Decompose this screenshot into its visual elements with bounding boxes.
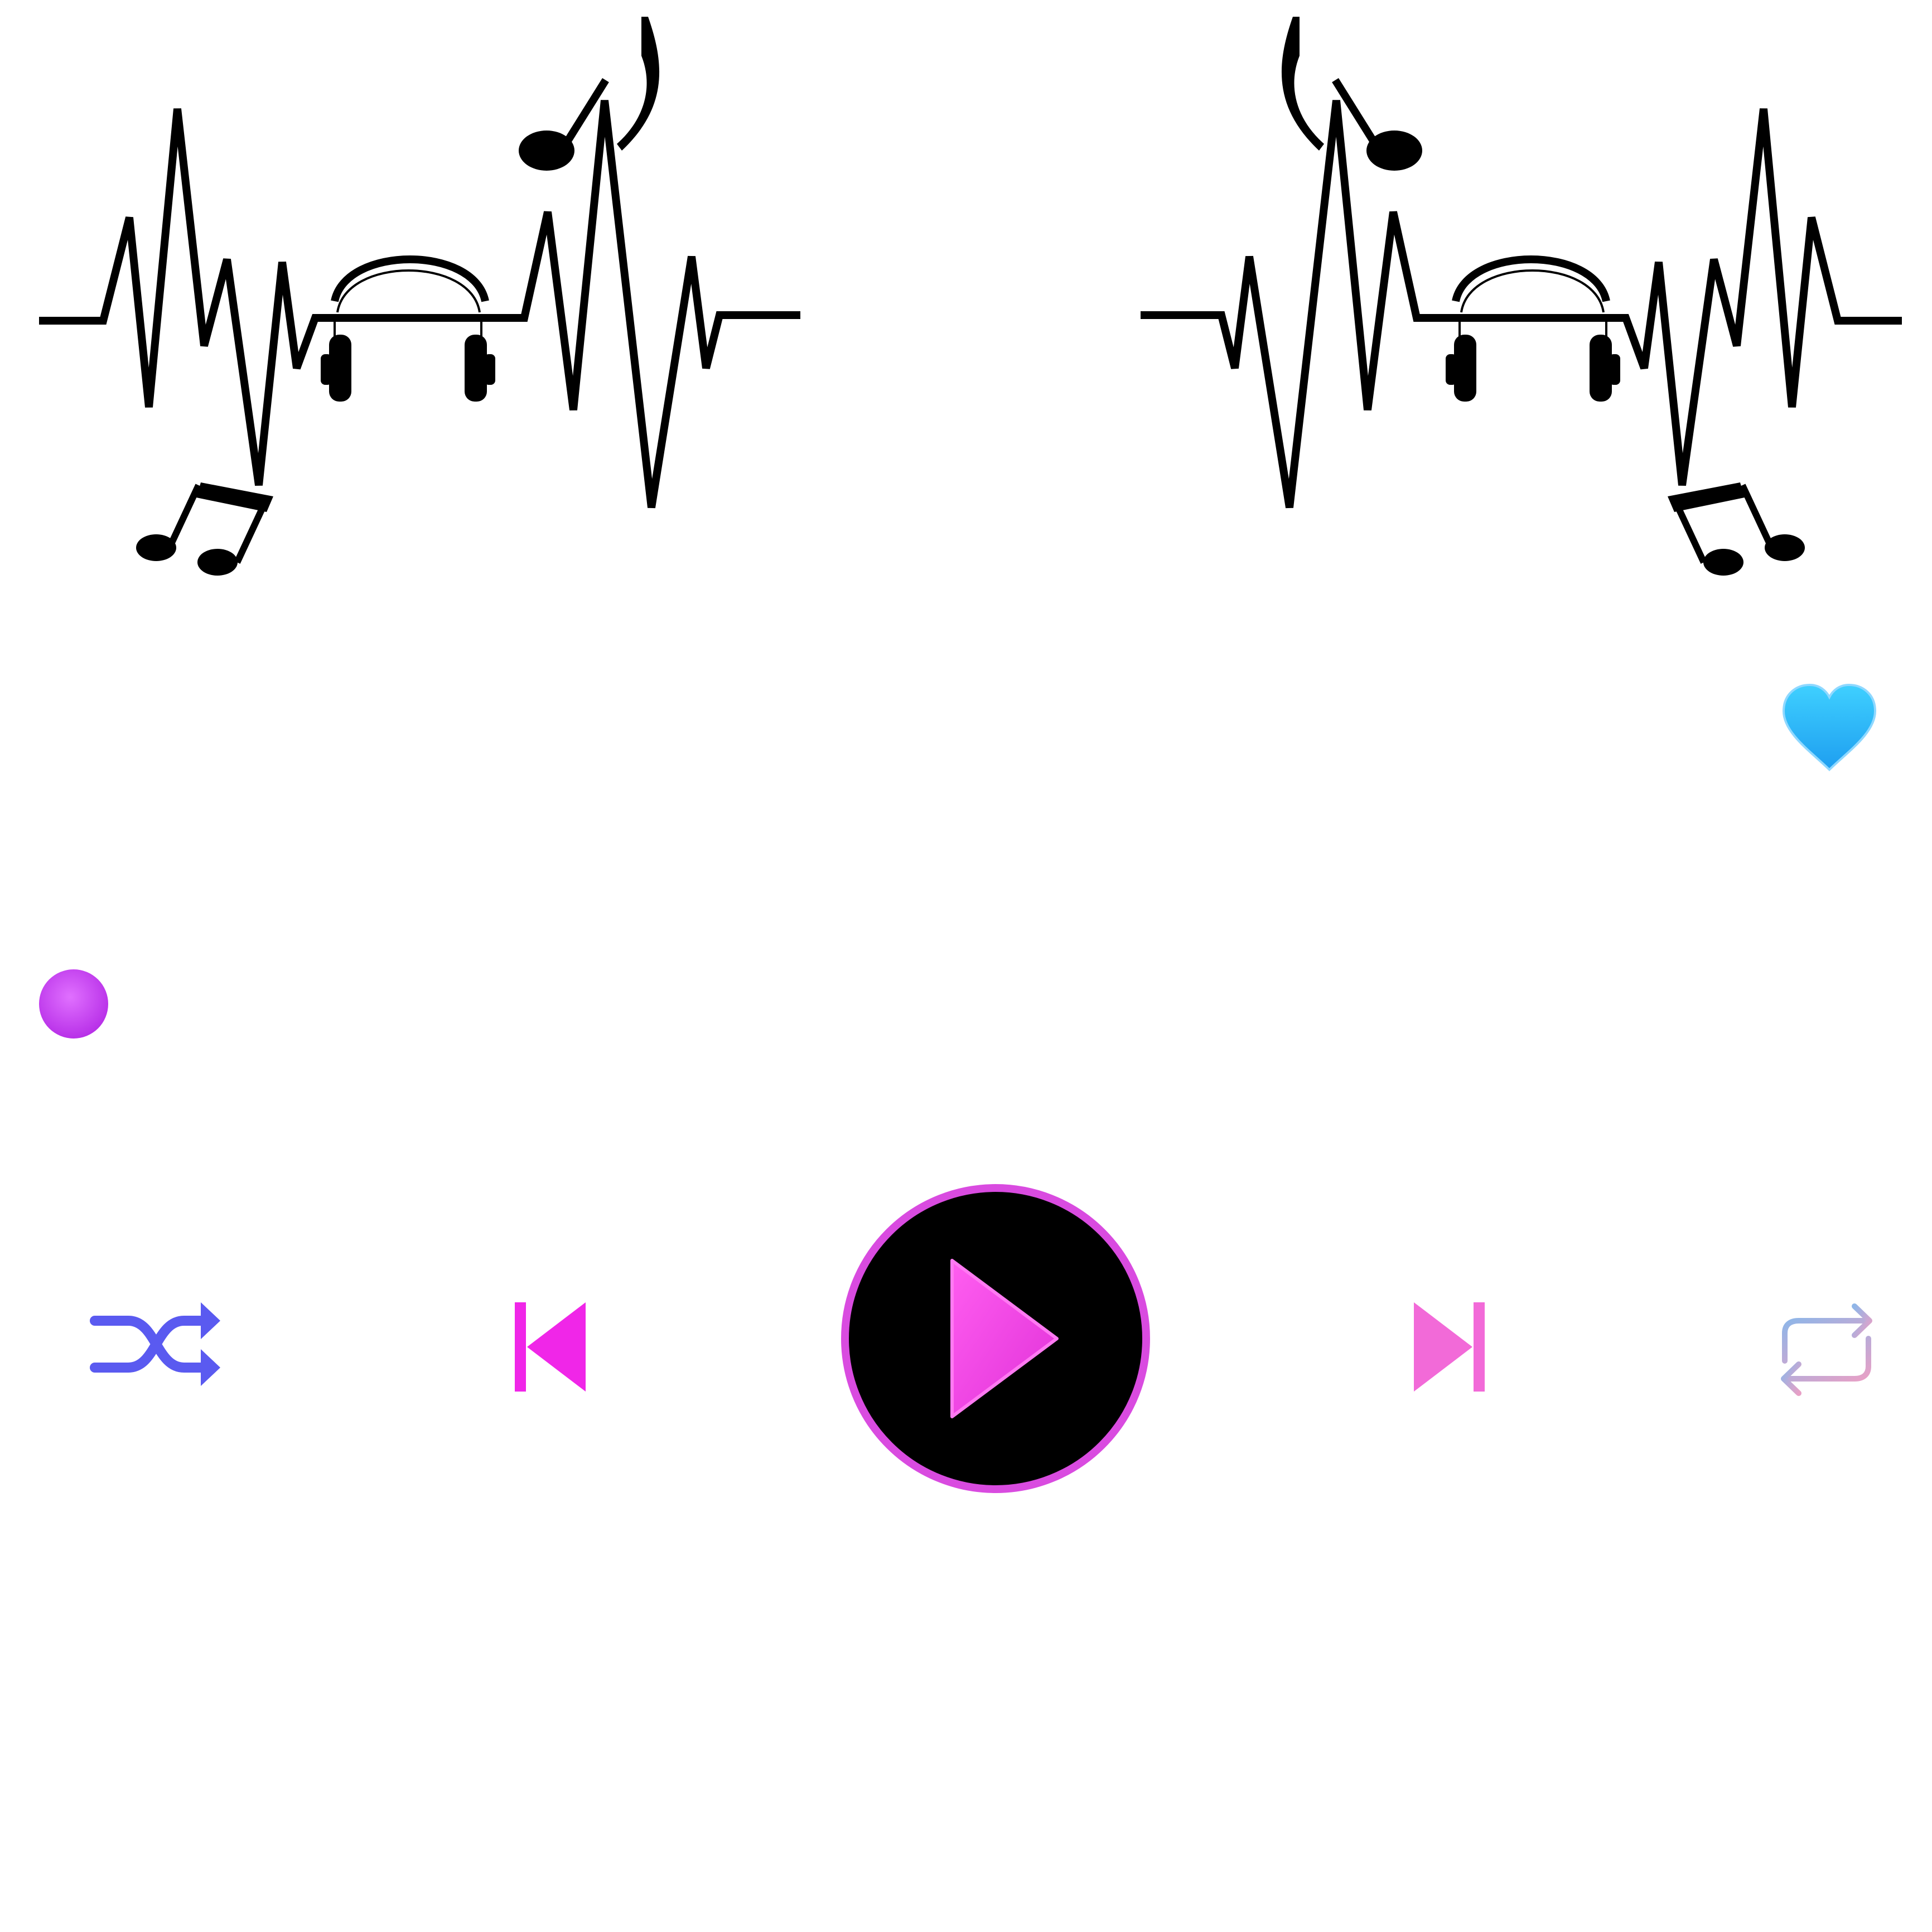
repeat-icon	[1781, 1303, 1872, 1396]
skip-previous-icon	[515, 1302, 586, 1392]
shuffle-button[interactable]	[89, 1294, 223, 1394]
heartbeat-music-art-right	[1127, 0, 1907, 591]
play-button[interactable]	[834, 1177, 1157, 1500]
shuffle-icon	[90, 1302, 220, 1386]
previous-button[interactable]	[505, 1294, 594, 1400]
next-button[interactable]	[1405, 1294, 1495, 1400]
skip-next-icon	[1414, 1302, 1485, 1392]
repeat-button[interactable]	[1774, 1294, 1880, 1405]
heart-icon	[1782, 683, 1877, 771]
heartbeat-music-art-left	[33, 0, 814, 591]
heartbeat-music-icon	[39, 17, 800, 576]
seek-thumb[interactable]	[39, 969, 108, 1039]
play-icon	[841, 1184, 1150, 1493]
heartbeat-music-icon	[1141, 17, 1902, 576]
seek-bar[interactable]	[33, 959, 1874, 1049]
music-player-screen	[0, 0, 1932, 1932]
seek-bar-graphic	[39, 969, 1863, 1039]
like-button[interactable]	[1779, 680, 1880, 775]
